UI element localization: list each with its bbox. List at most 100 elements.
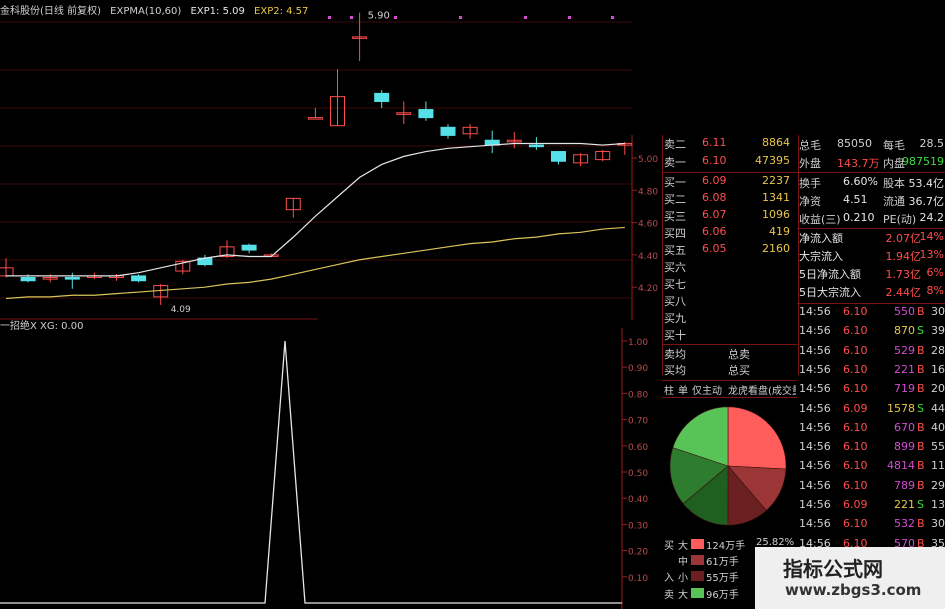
trade-row: 14:56 6.10 719 B 20 (797, 382, 945, 402)
tab-bar[interactable]: 柱 (664, 382, 674, 397)
flow-row: 5日净流入额 1.73亿 6% (797, 266, 945, 285)
y-tick-label: 0.30 (628, 521, 648, 531)
trade-side: B (917, 459, 925, 473)
candle (330, 69, 345, 127)
trade-time: 14:56 (799, 362, 831, 376)
inner-volume: 987519 (902, 155, 944, 168)
legend-size: 大 (678, 590, 688, 601)
order-book-price: 6.11 (702, 136, 727, 149)
y-tick-label: 0.20 (628, 548, 648, 558)
trade-count: 40 (931, 420, 945, 434)
info-value: 24.2 (919, 211, 945, 224)
flow-label: 大宗流入 (799, 250, 843, 263)
candle (396, 101, 412, 125)
trade-side: B (917, 343, 925, 357)
order-book-level: 买十 (664, 329, 686, 342)
info-value: 0.210 (843, 211, 875, 224)
candle (197, 254, 213, 267)
candle (64, 272, 80, 289)
info-row: 换手 6.60% 股本 53.4亿 (797, 175, 945, 194)
trade-price: 6.10 (843, 362, 868, 376)
trade-price: 6.10 (843, 459, 868, 473)
candle (307, 107, 323, 120)
trade-volume: 4814 (887, 459, 915, 473)
trade-price: 6.09 (843, 498, 868, 511)
order-book-level: 买七 (664, 278, 686, 291)
signal-marker (350, 16, 353, 19)
legend-swatch (691, 555, 704, 565)
trade-count: 44 (931, 401, 945, 415)
xg-line (0, 340, 622, 604)
info-value: 36.7亿 (908, 195, 945, 208)
trade-volume: 789 (894, 478, 915, 492)
order-book-volume: 2160 (762, 242, 790, 255)
low-price-label: 4.09 (171, 305, 191, 315)
order-book-volume: 419 (769, 225, 790, 238)
trade-time: 14:56 (799, 498, 831, 511)
trade-row: 14:56 6.10 532 B 30 (797, 517, 945, 537)
main-chart-area[interactable]: 一招绝X XG: 0.00 1.00 0.90 0.80 0.70 0.60 0.50 0.4… (0, 0, 662, 609)
trade-side: B (917, 305, 925, 318)
signal-marker (611, 16, 614, 19)
y-tick-label: 4.60 (638, 220, 658, 230)
trade-price: 6.10 (843, 420, 868, 434)
stat-label: 外盘 (799, 157, 821, 170)
total-buy-label: 总买 (728, 364, 750, 377)
candle (595, 149, 611, 162)
info-label: 股本 (883, 177, 905, 190)
trade-volume: 870 (894, 324, 915, 338)
trade-row: 14:56 6.10 789 B 29 (797, 479, 945, 499)
order-book-level: 买八 (664, 295, 686, 308)
signal-marker (394, 16, 397, 19)
tab-active-only[interactable]: 仅主动 (692, 382, 722, 397)
info-value: 6.60% (843, 175, 878, 188)
watermark-title: 指标公式网 (783, 557, 883, 581)
trade-volume: 550 (894, 305, 915, 318)
trade-row: 14:56 6.09 221 S 13 (797, 498, 945, 518)
y-tick-label: 0.90 (628, 364, 648, 374)
stat-value: 85050 (837, 137, 872, 150)
trade-volume: 529 (894, 343, 915, 357)
flow-pct: 14% (919, 230, 944, 243)
trade-row: 14:56 6.10 899 B 55 (797, 440, 945, 460)
stat-label: 总毛 (799, 139, 821, 152)
legend-side: 卖 (664, 590, 674, 601)
tab-longhu[interactable]: 龙虎看盘(成交量) (728, 382, 796, 397)
candle-body (418, 109, 434, 119)
signal-marker (524, 16, 527, 19)
candle (374, 90, 390, 108)
flow-row: 5日大宗流入 2.44亿 8% (797, 284, 945, 303)
legend-amount: 55万手 (706, 573, 739, 584)
flow-value: 1.73亿 (885, 268, 922, 281)
candle (131, 274, 147, 283)
volume-pie-chart (669, 406, 787, 526)
legend-swatch (691, 588, 704, 598)
trade-count: 16 (931, 362, 945, 376)
info-value: 4.51 (843, 193, 868, 206)
trade-time: 14:56 (799, 478, 831, 492)
candle (352, 12, 368, 62)
trade-count: 28 (931, 343, 945, 357)
trade-time: 14:56 (799, 343, 831, 357)
order-book-level: 卖一 (664, 156, 686, 169)
stat-value: 28.5 (919, 137, 945, 150)
stock-terminal: 金科股份(日线 前复权) EXPMA(10,60) EXP1: 5.09 EXP… (0, 0, 945, 609)
flow-value: 2.07亿 (885, 232, 922, 245)
y-tick-label: 0.50 (628, 469, 648, 479)
tab-single[interactable]: 单 (678, 382, 688, 397)
candle-body (440, 126, 456, 136)
watermark-url: www.zbgs3.com (785, 581, 922, 599)
legend-swatch (691, 539, 704, 549)
candle-body (528, 144, 544, 148)
pie-slice (727, 406, 787, 470)
y-tick-label: 0.70 (628, 417, 648, 427)
order-book-level: 买五 (664, 244, 686, 257)
order-book-level: 买九 (664, 312, 686, 325)
total-sell-label: 总卖 (728, 348, 750, 361)
trade-volume: 670 (894, 420, 915, 434)
y-tick-label: 4.40 (638, 252, 658, 262)
order-book-price: 6.07 (702, 208, 727, 221)
legend-amount: 61万手 (706, 557, 739, 568)
order-book-volume: 1341 (762, 191, 790, 204)
flow-label: 5日净流入额 (799, 268, 861, 281)
